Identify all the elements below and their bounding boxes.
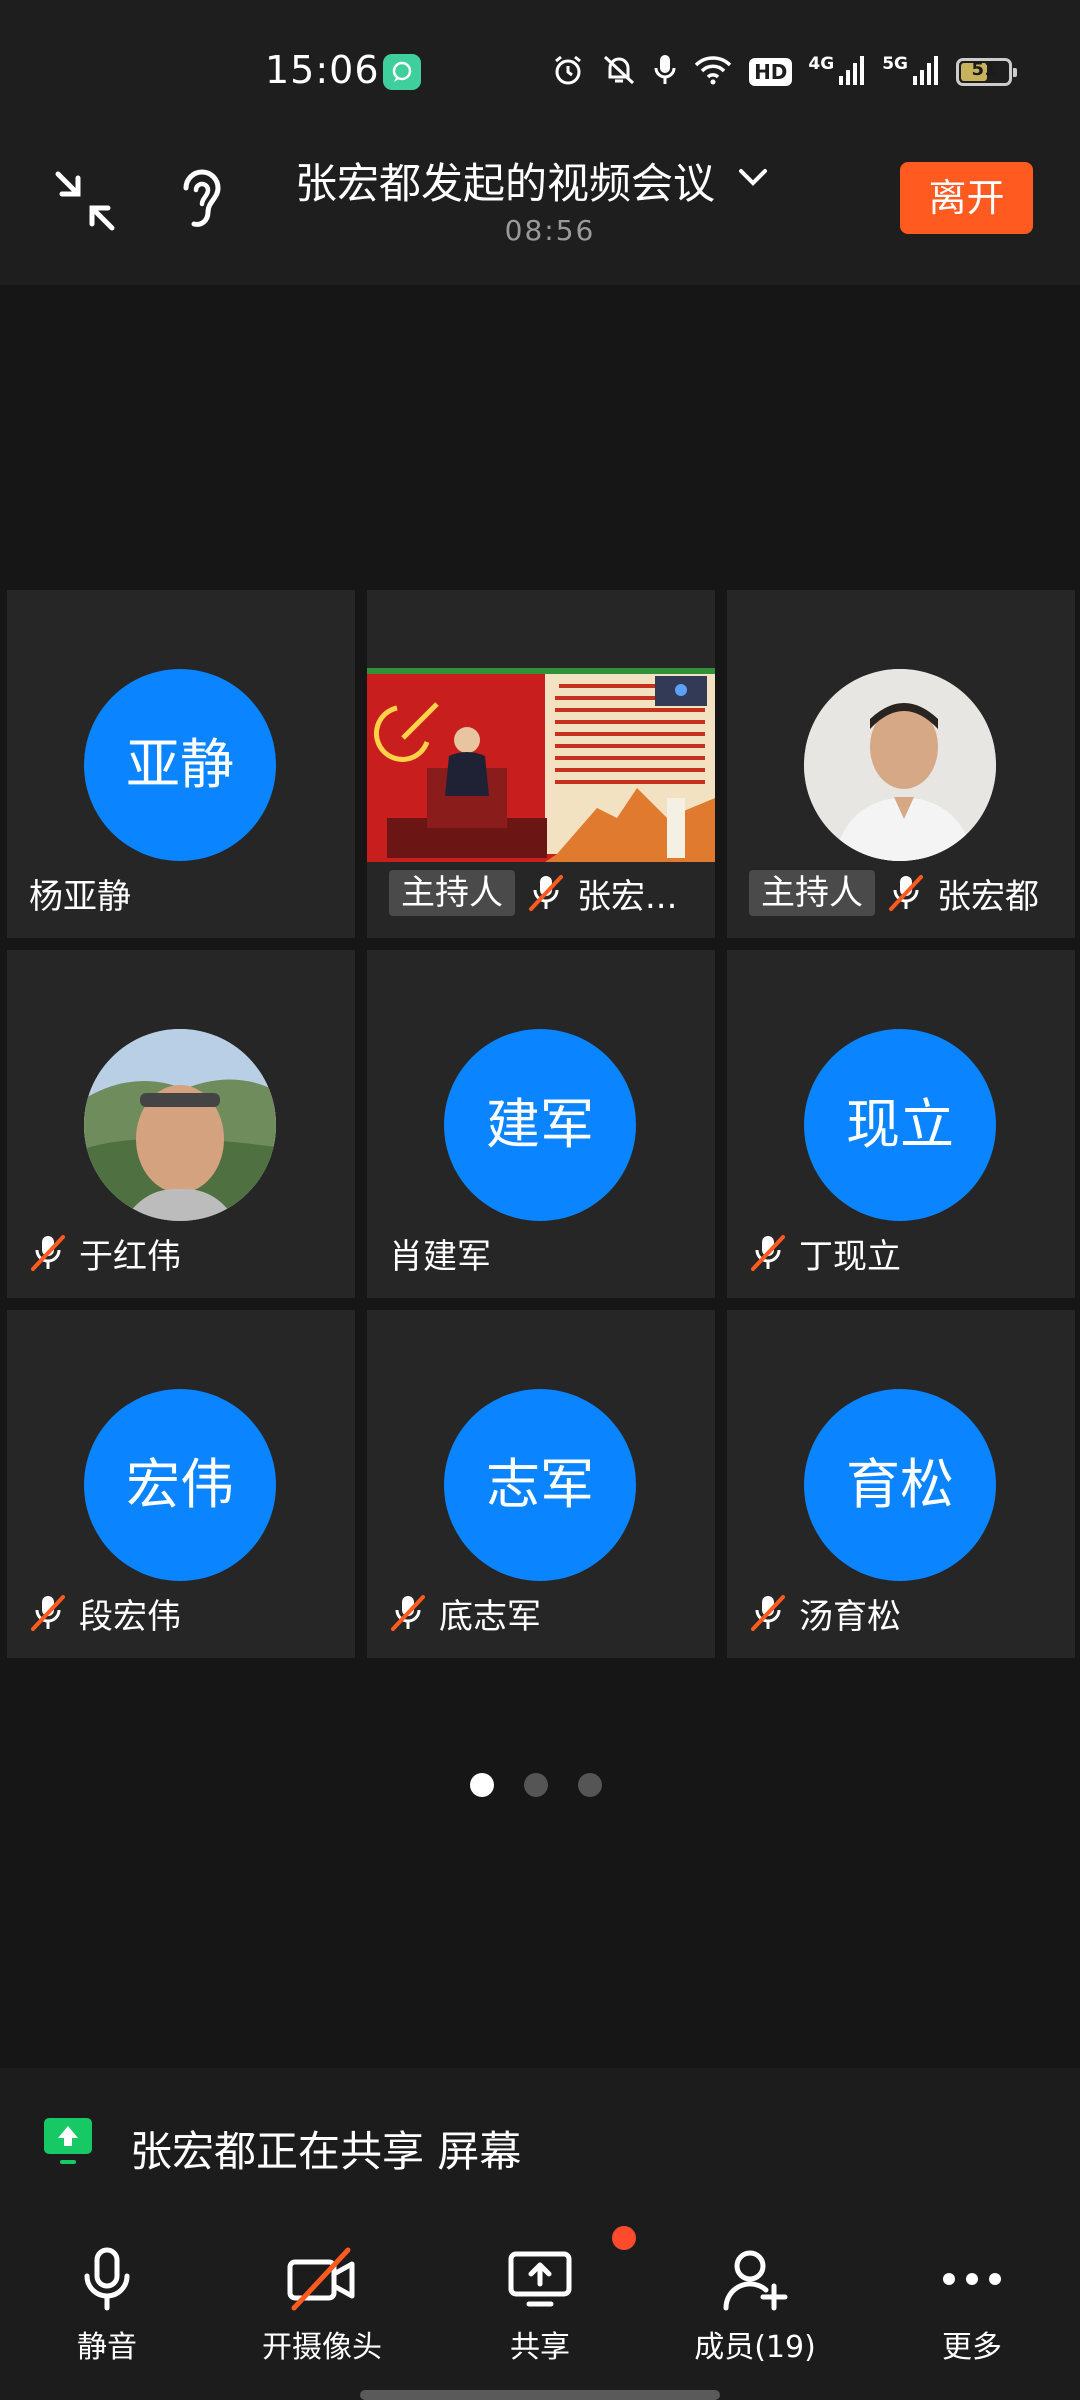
participant-avatar: 建军 xyxy=(444,1029,636,1221)
network-5g-label: 5G xyxy=(882,54,908,74)
participant-grid: 亚静 杨亚静 主持人 张宏... 主持人 张宏都 于红伟 建军 肖建军 现立 丁… xyxy=(7,590,1075,1658)
tile-footer: 主持人 张宏都 xyxy=(749,870,1065,917)
leave-button[interactable]: 离开 xyxy=(900,162,1033,234)
share-label: 共享 xyxy=(510,2330,570,2365)
participant-avatar: 亚静 xyxy=(84,669,276,861)
participant-tile[interactable]: 主持人 张宏... xyxy=(367,590,715,938)
mic-off-icon xyxy=(751,1235,785,1271)
status-time: 15:06 xyxy=(265,48,380,92)
chat-bubble-icon xyxy=(383,54,421,90)
participant-tile[interactable]: 于红伟 xyxy=(7,950,355,1298)
participant-photo xyxy=(84,1029,276,1221)
participant-name: 杨亚静 xyxy=(29,876,131,917)
participant-name: 于红伟 xyxy=(79,1236,181,1277)
page-dot-3[interactable] xyxy=(578,1773,602,1797)
signal-icon xyxy=(838,54,866,90)
participant-avatar: 宏伟 xyxy=(84,1389,276,1581)
mic-off-icon xyxy=(751,1595,785,1631)
participant-tile[interactable]: 宏伟 段宏伟 xyxy=(7,1310,355,1658)
meeting-timer: 08:56 xyxy=(504,214,596,247)
wifi-icon xyxy=(693,54,733,90)
participant-tile[interactable]: 主持人 张宏都 xyxy=(727,590,1075,938)
tile-footer: 于红伟 xyxy=(29,1230,345,1277)
mute-notifications-icon xyxy=(601,53,637,91)
battery-level: 51 xyxy=(971,59,997,80)
participant-tile[interactable]: 现立 丁现立 xyxy=(727,950,1075,1298)
microphone-icon xyxy=(653,53,677,91)
microphone-icon xyxy=(84,2247,130,2311)
tile-footer: 汤育松 xyxy=(749,1590,1065,1637)
participant-name: 底志军 xyxy=(439,1596,541,1637)
participant-tile[interactable]: 育松 汤育松 xyxy=(727,1310,1075,1658)
members-label: 成员(19) xyxy=(694,2330,816,2365)
more-label: 更多 xyxy=(942,2330,1002,2365)
share-button[interactable]: 共享 xyxy=(450,2246,630,2366)
participant-avatar: 志军 xyxy=(444,1389,636,1581)
participant-avatar: 育松 xyxy=(804,1389,996,1581)
camera-off-icon xyxy=(287,2247,355,2311)
participant-tile[interactable]: 建军 肖建军 xyxy=(367,950,715,1298)
signal-icon xyxy=(912,54,940,90)
bottom-toolbar: 静音 开摄像头 共享 成员(19) 更多 xyxy=(0,2216,1080,2400)
tile-footer: 丁现立 xyxy=(749,1230,1065,1277)
participant-name: 肖建军 xyxy=(389,1236,491,1277)
mic-off-icon xyxy=(391,1595,425,1631)
tile-footer: 杨亚静 xyxy=(29,870,345,917)
status-icons: HD 4G 5G 51 xyxy=(551,48,1017,96)
tile-footer: 主持人 张宏... xyxy=(389,870,705,917)
mic-off-icon xyxy=(31,1595,65,1631)
mic-off-icon xyxy=(529,875,563,911)
camera-label: 开摄像头 xyxy=(262,2330,382,2365)
share-notification-dot xyxy=(612,2226,636,2250)
share-banner-text: 张宏都正在共享 屏幕 xyxy=(130,2127,522,2176)
tile-footer: 段宏伟 xyxy=(29,1590,345,1637)
participant-photo xyxy=(804,669,996,861)
participant-avatar: 现立 xyxy=(804,1029,996,1221)
participant-name: 张宏... xyxy=(577,876,678,917)
mic-off-icon xyxy=(31,1235,65,1271)
participant-name: 汤育松 xyxy=(799,1596,901,1637)
mute-button[interactable]: 静音 xyxy=(17,2246,197,2366)
mute-label: 静音 xyxy=(77,2330,137,2365)
more-button[interactable]: 更多 xyxy=(882,2246,1062,2366)
camera-button[interactable]: 开摄像头 xyxy=(232,2246,412,2366)
earpiece-icon[interactable] xyxy=(170,162,240,238)
add-member-icon xyxy=(723,2250,788,2311)
chevron-down-icon[interactable] xyxy=(735,162,771,192)
participant-name: 段宏伟 xyxy=(79,1596,181,1637)
share-banner[interactable]: 张宏都正在共享 屏幕 xyxy=(0,2068,1080,2216)
mic-off-icon xyxy=(889,875,923,911)
status-bar: 15:06 HD 4G 5G 51 xyxy=(0,0,1080,140)
tile-footer: 底志军 xyxy=(389,1590,705,1637)
participant-tile[interactable]: 亚静 杨亚静 xyxy=(7,590,355,938)
meeting-title[interactable]: 张宏都发起的视频会议 xyxy=(295,150,715,211)
participant-tile[interactable]: 志军 底志军 xyxy=(367,1310,715,1658)
tile-footer: 肖建军 xyxy=(389,1230,705,1277)
host-badge: 主持人 xyxy=(389,870,515,916)
participant-name: 张宏都 xyxy=(937,876,1039,917)
host-badge: 主持人 xyxy=(749,870,875,916)
home-indicator[interactable] xyxy=(360,2390,720,2400)
more-icon xyxy=(943,2273,1001,2285)
screen-share-thumbnail xyxy=(367,668,715,862)
network-4g-label: 4G xyxy=(808,54,835,74)
battery-icon: 51 xyxy=(956,58,1017,86)
page-dot-2[interactable] xyxy=(524,1773,548,1797)
members-button[interactable]: 成员(19) xyxy=(665,2246,845,2366)
hd-badge: HD xyxy=(749,58,793,86)
participant-name: 丁现立 xyxy=(799,1236,901,1277)
share-screen-icon xyxy=(508,2251,572,2307)
alarm-icon xyxy=(551,53,585,91)
page-indicator[interactable] xyxy=(470,1773,602,1797)
minimize-icon[interactable] xyxy=(50,166,120,236)
page-dot-1[interactable] xyxy=(470,1773,494,1797)
screen-share-icon xyxy=(40,2116,96,2168)
meeting-header: 张宏都发起的视频会议 08:56 离开 xyxy=(0,140,1080,285)
